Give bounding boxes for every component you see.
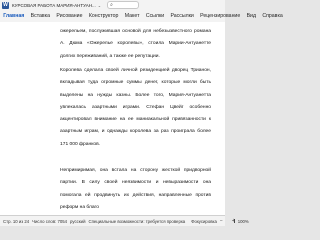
paragraph-3[interactable]: Непримиримая, она встала на сторону жест… bbox=[60, 165, 211, 214]
document-title[interactable]: КУРСОВАЯ РАБОТА МАРИЯ-АНТУАН... bbox=[12, 3, 96, 8]
tab-7[interactable]: Рассылки bbox=[167, 13, 197, 19]
document-page[interactable]: ожерельем, послужившая основой для небез… bbox=[0, 22, 225, 215]
title-bar: W КУРСОВАЯ РАБОТА МАРИЯ-АНТУАН... ⌄ ⌕ bbox=[0, 0, 225, 10]
tab-6[interactable]: Ссылки bbox=[143, 13, 168, 19]
tab-4[interactable]: Конструктор bbox=[86, 13, 122, 19]
paragraph-1[interactable]: ожерельем, послужившая основой для небез… bbox=[60, 26, 211, 63]
document-canvas[interactable]: ожерельем, послужившая основой для небез… bbox=[0, 22, 225, 215]
tab-2[interactable]: Вставка bbox=[27, 13, 53, 19]
search-icon: ⌕ bbox=[110, 1, 113, 8]
tab-3[interactable]: Рисование bbox=[53, 13, 86, 19]
language-indicator[interactable]: русский bbox=[70, 219, 85, 224]
tab-10[interactable]: Справка bbox=[259, 13, 286, 19]
page-indicator[interactable]: Стр. 10 из 24 bbox=[3, 219, 29, 224]
chevron-down-icon[interactable]: ⌄ bbox=[98, 3, 101, 8]
word-logo-icon: W bbox=[2, 1, 9, 9]
tab-1[interactable]: Главная bbox=[0, 13, 27, 19]
search-input[interactable]: ⌕ bbox=[107, 1, 140, 9]
accessibility-status[interactable]: Специальные возможности: требуется прове… bbox=[88, 219, 185, 224]
tab-5[interactable]: Макет bbox=[122, 13, 143, 19]
zoom-out-button[interactable]: − bbox=[220, 218, 223, 224]
paragraph-2[interactable]: Королева сделала своей личной резиденцие… bbox=[60, 65, 211, 151]
zoom-level[interactable]: 100% bbox=[238, 219, 249, 224]
status-bar: Стр. 10 из 24 Число слов: 7054 русский С… bbox=[0, 215, 249, 226]
focus-button[interactable]: Фокусировка bbox=[191, 219, 217, 224]
tab-8[interactable]: Рецензирование bbox=[197, 13, 243, 19]
tab-9[interactable]: Вид bbox=[243, 13, 259, 19]
word-count[interactable]: Число слов: 7054 bbox=[32, 219, 67, 224]
